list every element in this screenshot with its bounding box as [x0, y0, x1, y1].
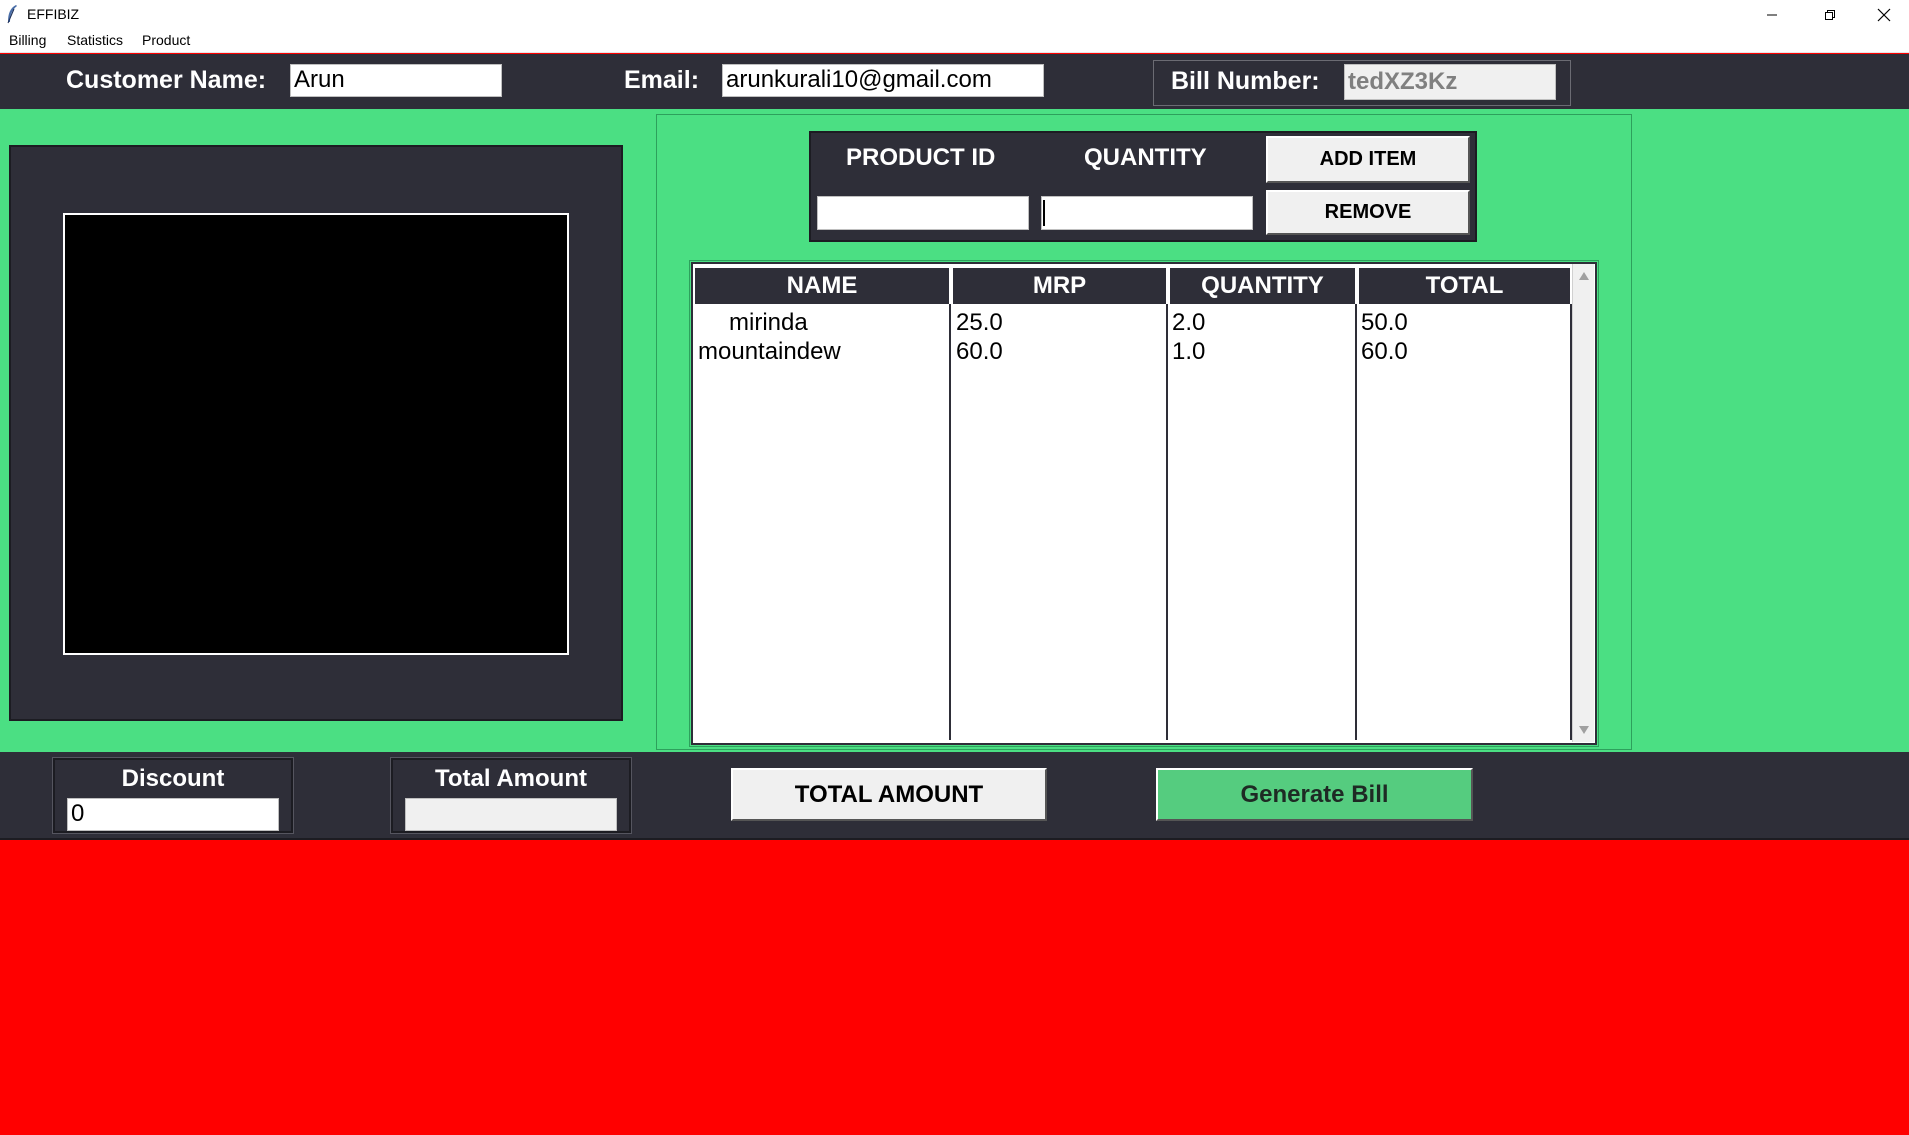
items-table [689, 260, 1599, 747]
table-cell-total[interactable]: 60.0 [1361, 338, 1408, 366]
product-id-input[interactable] [817, 196, 1029, 230]
table-cell-name[interactable]: mirinda [729, 309, 808, 337]
table-cell-quantity[interactable]: 2.0 [1172, 309, 1205, 337]
customer-name-label: Customer Name: [66, 66, 267, 94]
column-divider [949, 304, 953, 740]
discount-label: Discount [121, 765, 225, 792]
email-label: Email: [624, 66, 700, 94]
total-amount-button[interactable]: TOTAL AMOUNT [731, 768, 1047, 821]
restore-icon [1825, 9, 1835, 20]
table-scrollbar[interactable] [1572, 264, 1594, 742]
minimize-button[interactable] [1743, 0, 1801, 29]
menu-bar: Billing Statistics Product [0, 29, 1909, 53]
table-cell-mrp[interactable]: 60.0 [956, 338, 1003, 366]
scroll-up-icon[interactable] [1579, 272, 1589, 280]
column-header-mrp: MRP [953, 268, 1166, 304]
total-amount-label: Total Amount [435, 765, 587, 792]
column-header-name: NAME [695, 268, 949, 304]
menu-billing[interactable]: Billing [9, 32, 46, 48]
table-cell-total[interactable]: 50.0 [1361, 309, 1408, 337]
column-divider [1166, 304, 1170, 740]
restore-button[interactable] [1801, 0, 1859, 29]
email-input[interactable]: arunkurali10@gmail.com [722, 64, 1044, 97]
generate-bill-button[interactable]: Generate Bill [1156, 768, 1473, 821]
text-cursor [1043, 200, 1045, 226]
quantity-input[interactable] [1041, 196, 1253, 230]
close-button[interactable] [1859, 0, 1909, 29]
column-divider [1355, 304, 1359, 740]
camera-preview [63, 213, 569, 655]
empty-area [0, 840, 1909, 1135]
quantity-label: QUANTITY [1084, 144, 1207, 171]
minimize-icon [1767, 14, 1777, 15]
menu-statistics[interactable]: Statistics [67, 32, 123, 48]
column-header-total: TOTAL [1359, 268, 1570, 304]
table-cell-name[interactable]: mountaindew [698, 338, 841, 366]
customer-name-input[interactable]: Arun [290, 64, 502, 97]
total-amount-field [405, 798, 617, 831]
scroll-down-icon[interactable] [1579, 726, 1589, 734]
window-title: EFFIBIZ [27, 6, 80, 22]
feather-icon [7, 5, 17, 24]
discount-input[interactable]: 0 [67, 798, 279, 831]
table-cell-mrp[interactable]: 25.0 [956, 309, 1003, 337]
close-icon [1877, 8, 1891, 21]
add-item-button[interactable]: ADD ITEM [1266, 136, 1470, 183]
product-id-label: PRODUCT ID [846, 144, 996, 171]
table-cell-quantity[interactable]: 1.0 [1172, 338, 1205, 366]
remove-button[interactable]: REMOVE [1266, 190, 1470, 235]
bill-number-field: tedXZ3Kz [1344, 64, 1556, 100]
title-bar: EFFIBIZ [0, 0, 1909, 29]
column-header-quantity: QUANTITY [1170, 268, 1355, 304]
menu-product[interactable]: Product [142, 32, 190, 48]
bill-number-label: Bill Number: [1171, 67, 1320, 95]
